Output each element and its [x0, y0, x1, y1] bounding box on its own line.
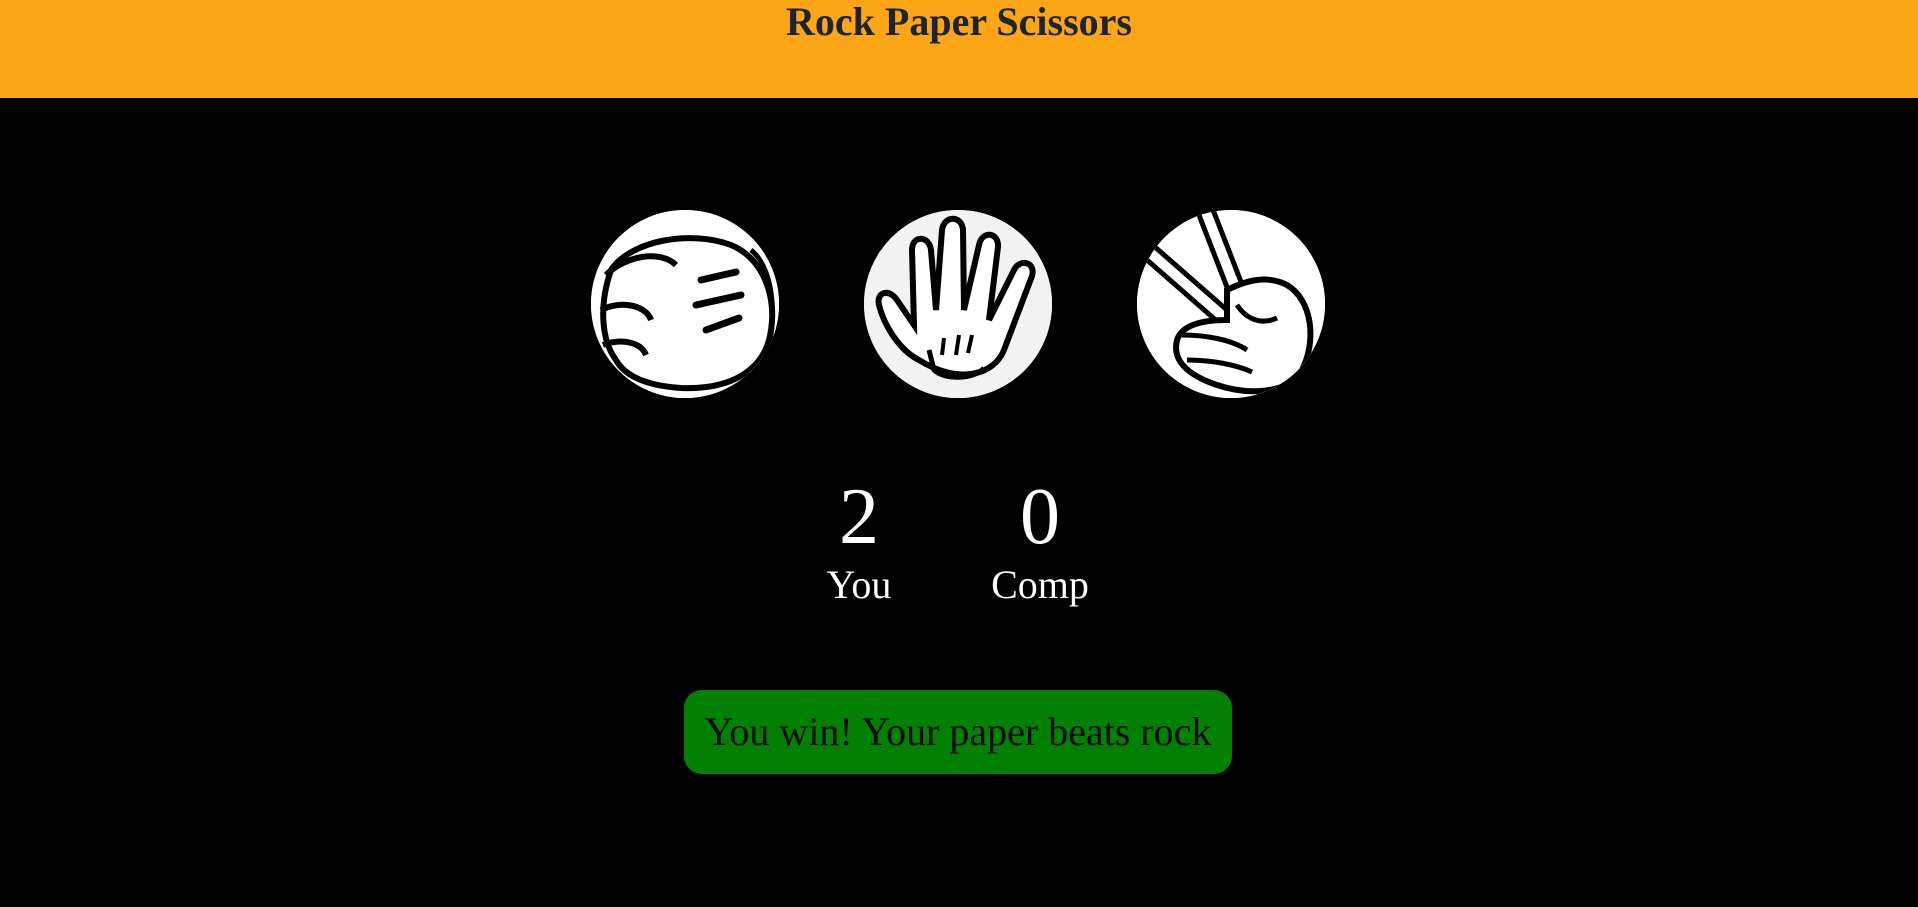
choice-scissors-button[interactable]: [1137, 210, 1325, 398]
result-message: You win! Your paper beats rock: [684, 690, 1232, 774]
comp-score-block: 0 Comp: [960, 472, 1120, 608]
header-bar: Rock Paper Scissors: [0, 0, 1918, 98]
user-score-label: You: [826, 562, 892, 607]
choice-paper-button[interactable]: [864, 210, 1052, 398]
comp-score-label: Comp: [991, 562, 1089, 607]
scissors-hand-icon: [1137, 210, 1325, 398]
paper-hand-icon: [864, 210, 1052, 398]
choice-rock-button[interactable]: [591, 210, 779, 398]
rock-fist-icon: [591, 210, 779, 398]
comp-score: 0: [1020, 473, 1060, 561]
page-title: Rock Paper Scissors: [786, 0, 1132, 44]
user-score-block: 2 You: [779, 472, 939, 608]
user-score: 2: [839, 473, 879, 561]
